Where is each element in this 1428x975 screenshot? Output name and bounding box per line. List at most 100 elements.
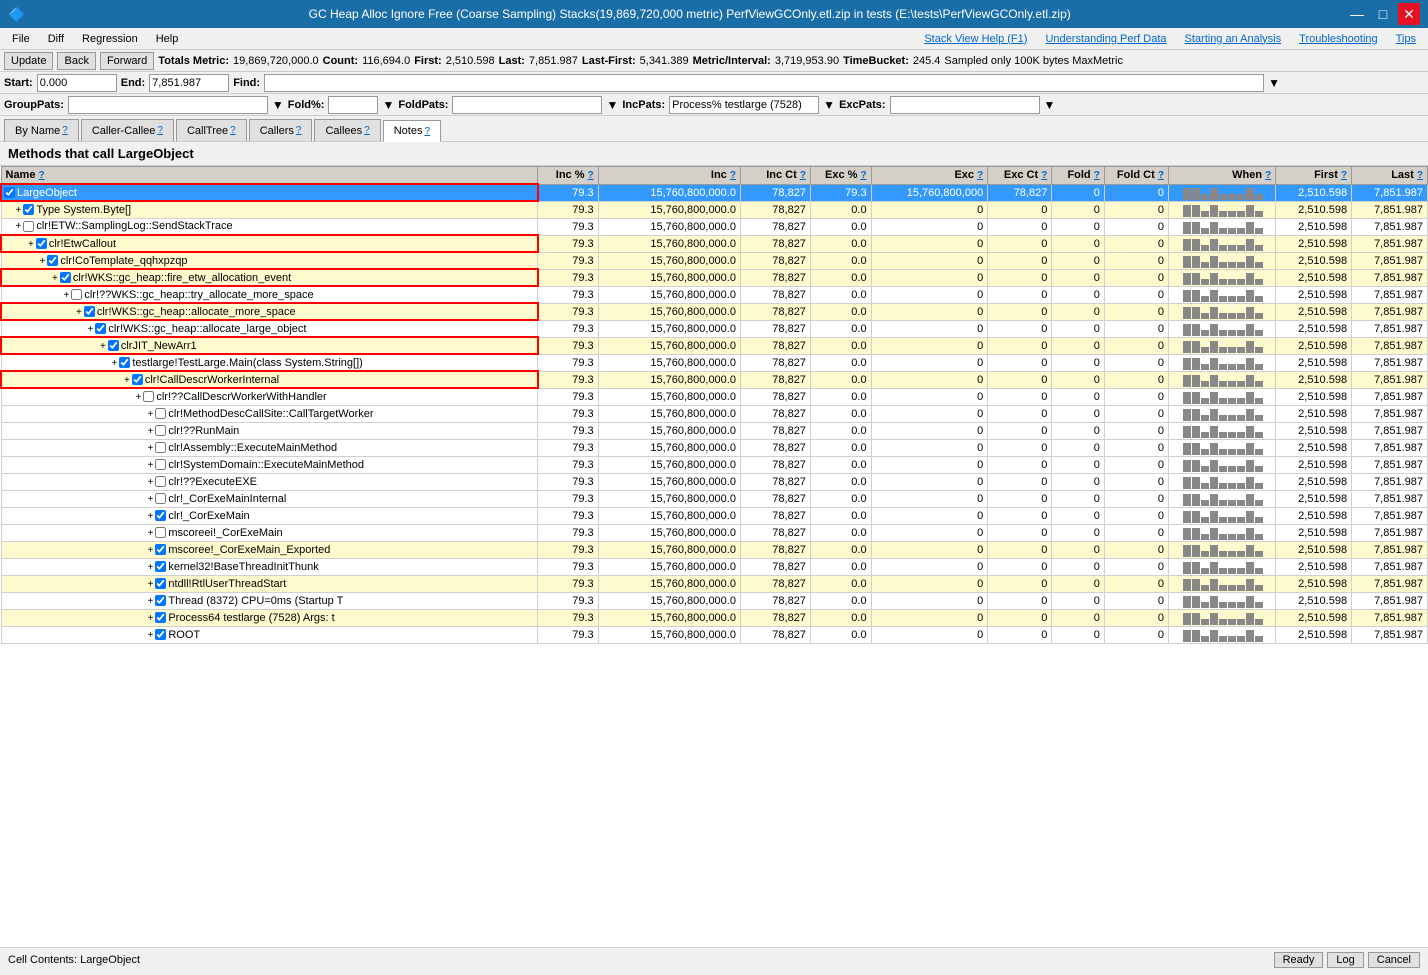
name-cell[interactable]: +ROOT <box>1 626 538 643</box>
name-cell[interactable]: +clr!SystemDomain::ExecuteMainMethod <box>1 456 538 473</box>
excct-help[interactable]: ? <box>1041 170 1047 181</box>
tab-callers[interactable]: Callers ? <box>249 119 313 141</box>
col-header-when[interactable]: When ? <box>1168 167 1275 185</box>
menu-link-perfdata[interactable]: Understanding Perf Data <box>1037 31 1174 47</box>
name-cell[interactable]: +mscoree!_CorExeMain_Exported <box>1 541 538 558</box>
row-checkbox[interactable] <box>23 221 34 232</box>
first-help[interactable]: ? <box>1341 170 1347 181</box>
row-checkbox[interactable] <box>155 561 166 572</box>
table-row[interactable]: +clrJIT_NewArr179.315,760,800,000.078,82… <box>1 337 1428 354</box>
menu-diff[interactable]: Diff <box>40 31 72 47</box>
foldpct-dropdown-icon[interactable]: ▼ <box>382 98 394 112</box>
row-checkbox[interactable] <box>155 442 166 453</box>
expand-icon[interactable]: + <box>136 392 142 403</box>
table-row[interactable]: +mscoreei!_CorExeMain79.315,760,800,000.… <box>1 524 1428 541</box>
row-checkbox[interactable] <box>155 408 166 419</box>
table-row[interactable]: +clr!??CallDescrWorkerWithHandler79.315,… <box>1 388 1428 405</box>
menu-link-troubleshoot[interactable]: Troubleshooting <box>1291 31 1385 47</box>
excpats-dropdown-icon[interactable]: ▼ <box>1044 98 1056 112</box>
menu-regression[interactable]: Regression <box>74 31 146 47</box>
table-row[interactable]: +Thread (8372) CPU=0ms (Startup T79.315,… <box>1 592 1428 609</box>
name-cell[interactable]: +clr!WKS::gc_heap::allocate_more_space <box>1 303 538 320</box>
row-checkbox[interactable] <box>155 510 166 521</box>
expand-icon[interactable]: + <box>148 443 154 454</box>
foldpats-input[interactable] <box>452 96 602 114</box>
name-cell[interactable]: +clr!??ExecuteEXE <box>1 473 538 490</box>
table-row[interactable]: +clr!_CorExeMain79.315,760,800,000.078,8… <box>1 507 1428 524</box>
row-checkbox[interactable] <box>155 476 166 487</box>
expand-icon[interactable]: + <box>148 579 154 590</box>
name-cell[interactable]: +clr!??CallDescrWorkerWithHandler <box>1 388 538 405</box>
menu-link-tips[interactable]: Tips <box>1388 31 1424 47</box>
row-checkbox[interactable] <box>155 493 166 504</box>
name-cell[interactable]: LargeObject <box>1 184 538 201</box>
row-checkbox[interactable] <box>95 323 106 334</box>
expand-icon[interactable]: + <box>148 562 154 573</box>
col-header-name[interactable]: Name ? <box>1 167 538 185</box>
table-row[interactable]: +clr!WKS::gc_heap::allocate_large_object… <box>1 320 1428 337</box>
row-checkbox[interactable] <box>155 425 166 436</box>
expand-icon[interactable]: + <box>148 511 154 522</box>
forward-button[interactable]: Forward <box>100 52 154 70</box>
table-row[interactable]: +clr!SystemDomain::ExecuteMainMethod79.3… <box>1 456 1428 473</box>
col-header-exc[interactable]: Exc ? <box>871 167 988 185</box>
name-cell[interactable]: +clr!??RunMain <box>1 422 538 439</box>
expand-icon[interactable]: + <box>100 341 106 352</box>
name-cell[interactable]: +clr!MethodDescCallSite::CallTargetWorke… <box>1 405 538 422</box>
col-header-foldct[interactable]: Fold Ct ? <box>1104 167 1168 185</box>
row-checkbox[interactable] <box>155 612 166 623</box>
col-header-inc[interactable]: Inc ? <box>598 167 740 185</box>
col-header-last[interactable]: Last ? <box>1352 167 1428 185</box>
incpct-help[interactable]: ? <box>588 170 594 181</box>
table-row[interactable]: +clr!EtwCallout79.315,760,800,000.078,82… <box>1 235 1428 252</box>
expand-icon[interactable]: + <box>40 256 46 267</box>
name-cell[interactable]: +clrJIT_NewArr1 <box>1 337 538 354</box>
row-checkbox[interactable] <box>23 204 34 215</box>
inc-help[interactable]: ? <box>730 170 736 181</box>
expand-icon[interactable]: + <box>148 528 154 539</box>
expand-icon[interactable]: + <box>148 460 154 471</box>
name-cell[interactable]: +Process64 testlarge (7528) Args: t <box>1 609 538 626</box>
minimize-button[interactable]: — <box>1346 3 1368 25</box>
row-checkbox[interactable] <box>71 289 82 300</box>
row-checkbox[interactable] <box>84 306 95 317</box>
incct-help[interactable]: ? <box>800 170 806 181</box>
maximize-button[interactable]: □ <box>1372 3 1394 25</box>
foldpats-dropdown-icon[interactable]: ▼ <box>606 98 618 112</box>
table-row[interactable]: +clr!ETW::SamplingLog::SendStackTrace79.… <box>1 218 1428 235</box>
cancel-button[interactable]: Cancel <box>1368 952 1420 968</box>
name-cell[interactable]: +clr!ETW::SamplingLog::SendStackTrace <box>1 218 538 235</box>
tab-byname[interactable]: By Name ? <box>4 119 79 141</box>
name-cell[interactable]: +Type System.Byte[] <box>1 201 538 218</box>
expand-icon[interactable]: + <box>148 409 154 420</box>
table-row[interactable]: +clr!_CorExeMainInternal79.315,760,800,0… <box>1 490 1428 507</box>
menu-help[interactable]: Help <box>148 31 187 47</box>
name-cell[interactable]: +clr!WKS::gc_heap::fire_etw_allocation_e… <box>1 269 538 286</box>
expand-icon[interactable]: + <box>76 307 82 318</box>
name-cell[interactable]: +clr!CallDescrWorkerInternal <box>1 371 538 388</box>
expand-icon[interactable]: + <box>148 613 154 624</box>
table-row[interactable]: +mscoree!_CorExeMain_Exported79.315,760,… <box>1 541 1428 558</box>
name-cell[interactable]: +clr!Assembly::ExecuteMainMethod <box>1 439 538 456</box>
table-row[interactable]: +kernel32!BaseThreadInitThunk79.315,760,… <box>1 558 1428 575</box>
log-button[interactable]: Log <box>1327 952 1363 968</box>
tab-caller-callee[interactable]: Caller-Callee ? <box>81 119 174 141</box>
expand-icon[interactable]: + <box>88 324 94 335</box>
table-row[interactable]: +clr!CoTemplate_qqhxpzqp79.315,760,800,0… <box>1 252 1428 269</box>
menu-link-analysis[interactable]: Starting an Analysis <box>1177 31 1290 47</box>
row-checkbox[interactable] <box>60 272 71 283</box>
expand-icon[interactable]: + <box>52 273 58 284</box>
name-cell[interactable]: +clr!_CorExeMainInternal <box>1 490 538 507</box>
row-checkbox[interactable] <box>155 459 166 470</box>
close-button[interactable]: ✕ <box>1398 3 1420 25</box>
end-input[interactable] <box>149 74 229 92</box>
row-checkbox[interactable] <box>155 527 166 538</box>
expand-icon[interactable]: + <box>148 477 154 488</box>
row-checkbox[interactable] <box>155 595 166 606</box>
table-row[interactable]: +Type System.Byte[]79.315,760,800,000.07… <box>1 201 1428 218</box>
row-checkbox[interactable] <box>47 255 58 266</box>
name-cell[interactable]: +Thread (8372) CPU=0ms (Startup T <box>1 592 538 609</box>
when-help[interactable]: ? <box>1265 170 1271 181</box>
start-input[interactable] <box>37 74 117 92</box>
name-cell[interactable]: +clr!EtwCallout <box>1 235 538 252</box>
